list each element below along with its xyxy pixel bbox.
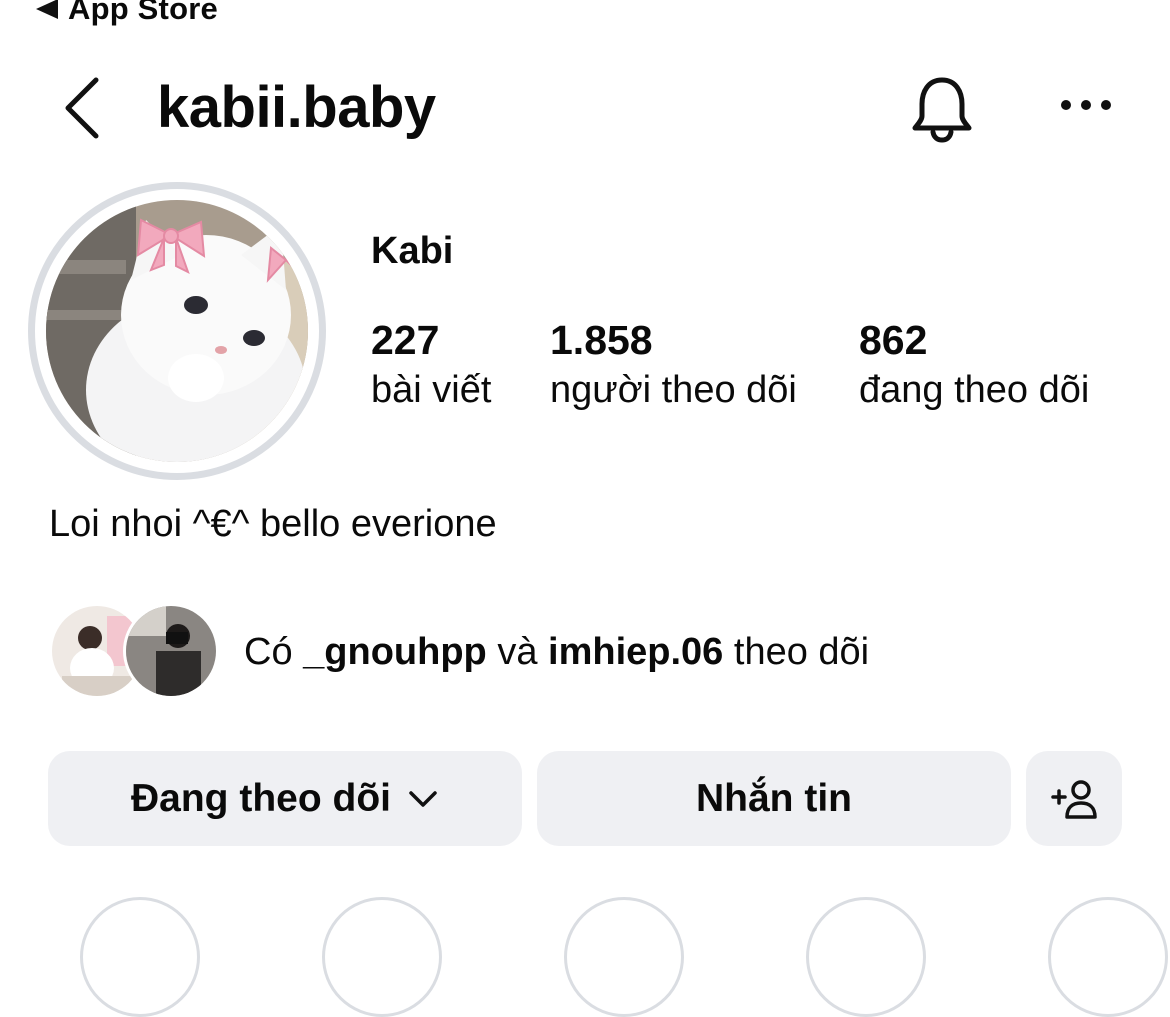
stat-followers-label: người theo dõi	[550, 369, 797, 411]
followed-by-suffix: theo dõi	[733, 631, 870, 673]
display-name: Kabi	[371, 230, 454, 272]
mutual-follower-avatar[interactable]	[123, 603, 219, 699]
more-options-button[interactable]	[1056, 80, 1116, 130]
avatar[interactable]	[46, 200, 308, 462]
stat-followers-count: 1.858	[550, 317, 653, 363]
followed-by-conjunction: và	[497, 631, 538, 673]
suggest-accounts-button[interactable]	[1026, 751, 1122, 846]
more-horizontal-icon	[1061, 100, 1111, 110]
chevron-down-icon	[409, 790, 437, 807]
bell-icon	[912, 77, 972, 143]
message-button-label: Nhắn tin	[696, 776, 852, 820]
followed-by-text[interactable]: Có _gnouhpp và imhiep.06 theo dõi	[244, 627, 869, 677]
message-button[interactable]: Nhắn tin	[537, 751, 1011, 846]
chevron-left-icon	[65, 77, 99, 139]
kitten-avatar-image	[46, 200, 308, 462]
stat-following[interactable]: 862 đang theo dõi	[859, 314, 1089, 414]
mutual-avatar-image-2	[126, 606, 216, 696]
stat-posts-count: 227	[371, 317, 440, 363]
followed-by-prefix: Có	[244, 631, 293, 673]
stat-followers[interactable]: 1.858 người theo dõi	[550, 314, 797, 414]
back-to-app-label: App Store	[68, 0, 218, 26]
profile-bio: Loi nhoi ^€^ bello everione	[49, 503, 497, 545]
story-highlight[interactable]	[564, 897, 684, 1017]
stat-following-label: đang theo dõi	[859, 369, 1090, 411]
mutual-follower-2: imhiep.06	[548, 631, 724, 673]
stat-following-count: 862	[859, 317, 928, 363]
story-highlight[interactable]	[80, 897, 200, 1017]
story-highlight[interactable]	[1048, 897, 1168, 1017]
stat-posts-label: bài viết	[371, 369, 492, 411]
back-triangle-icon	[36, 0, 58, 19]
profile-username: kabii.baby	[157, 75, 436, 140]
story-highlight[interactable]	[806, 897, 926, 1017]
back-to-app-store[interactable]: App Store	[36, 0, 218, 26]
stat-posts[interactable]: 227 bài viết	[371, 314, 491, 414]
notifications-button[interactable]	[906, 72, 978, 144]
back-button[interactable]	[58, 72, 108, 144]
mutual-follower-1: _gnouhpp	[303, 631, 487, 673]
following-button[interactable]: Đang theo dõi	[48, 751, 522, 846]
add-person-icon	[1051, 779, 1097, 819]
story-highlight[interactable]	[322, 897, 442, 1017]
following-button-label: Đang theo dõi	[131, 776, 391, 820]
